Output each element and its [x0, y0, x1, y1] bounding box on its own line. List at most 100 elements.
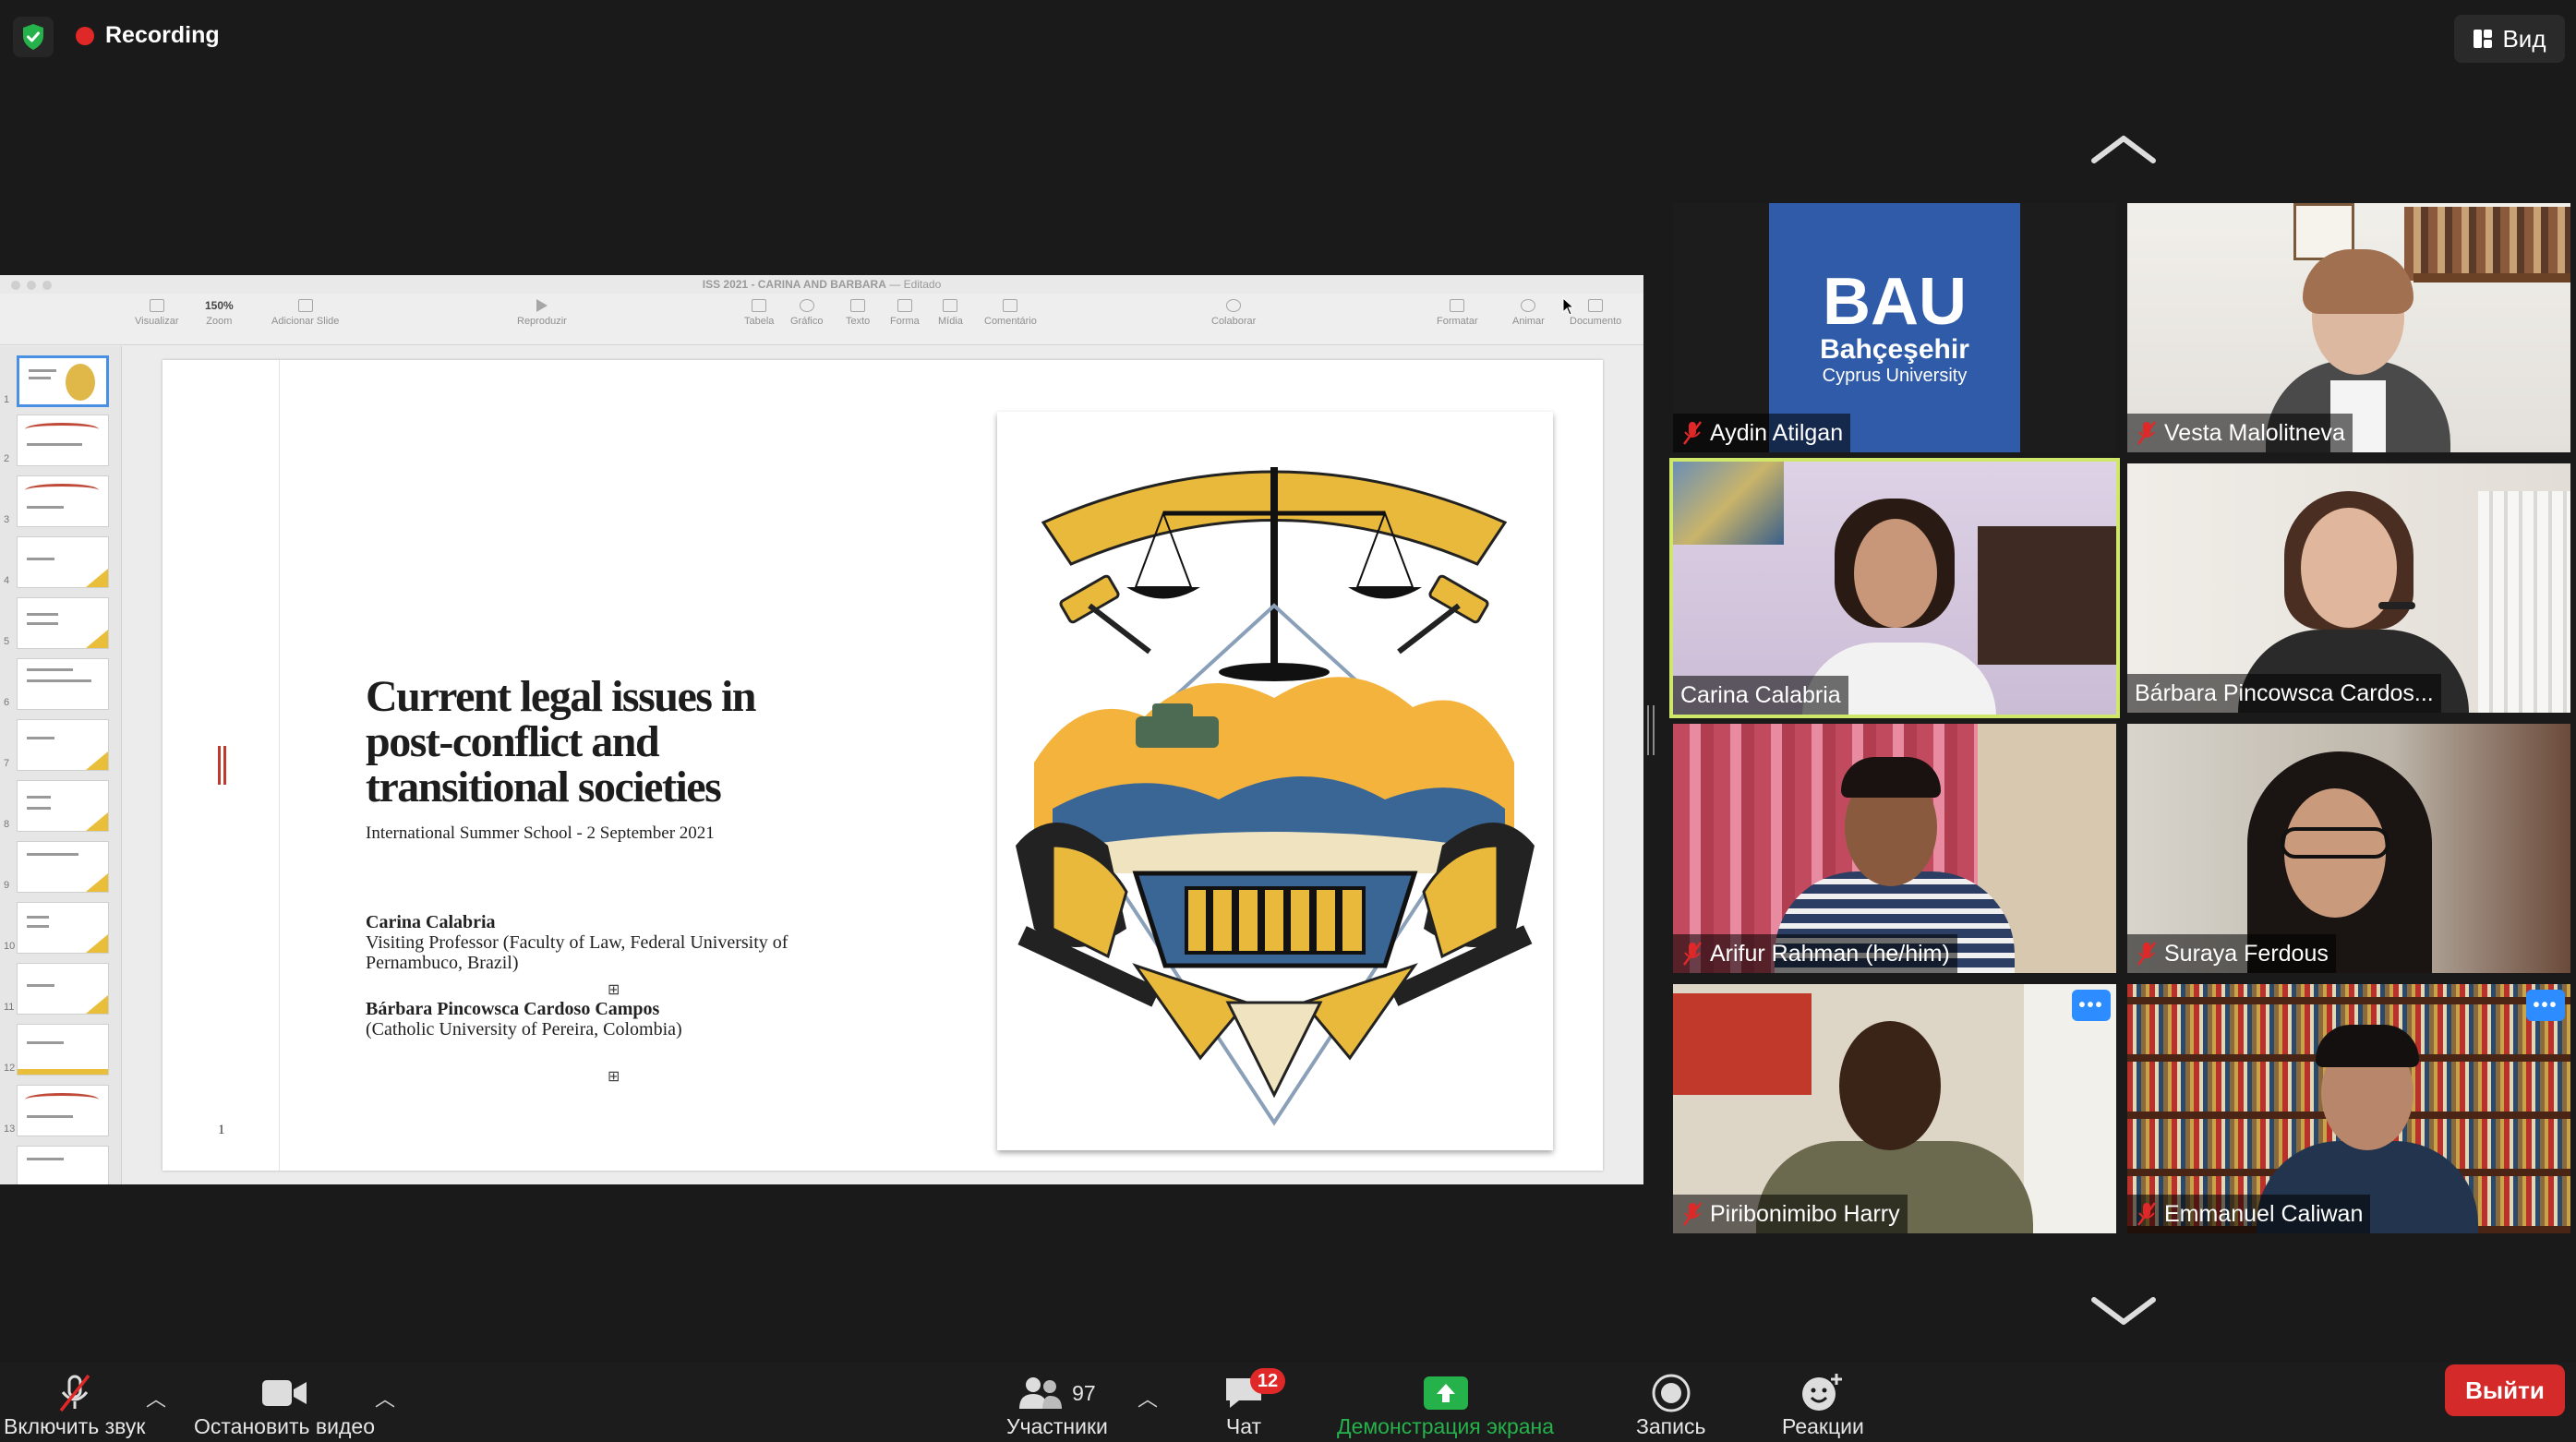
slide-thumb-2[interactable] — [17, 415, 109, 466]
chat-button[interactable]: 12 Чат — [1222, 1368, 1285, 1439]
participant-nameplate: Vesta Malolitneva — [2127, 414, 2353, 452]
record-button[interactable]: Запись — [1636, 1372, 1705, 1439]
keynote-titlebar: ISS 2021 - CARINA AND BARBARA — Editado — [0, 275, 1643, 294]
slide-thumb-8[interactable] — [17, 780, 109, 832]
chart-icon — [799, 299, 814, 312]
recording-label: Recording — [105, 22, 220, 48]
participant-tile[interactable]: Suraya Ferdous — [2127, 724, 2570, 973]
slide-thumb-10[interactable] — [17, 902, 109, 954]
slide-navigator: 1 2 3 4 5 6 7 8 9 10 11 12 13 — [0, 346, 122, 1184]
animate-icon — [1521, 299, 1536, 312]
participant-tile[interactable]: BAU Bahçeşehir Cyprus University Aydin A… — [1673, 203, 2116, 452]
view-button[interactable]: Вид — [2454, 15, 2565, 63]
author-1: Carina Calabria Visiting Professor (Facu… — [366, 912, 883, 973]
mic-muted-icon — [2137, 1202, 2156, 1226]
participants-button[interactable]: 97 Участники — [1006, 1372, 1108, 1439]
participant-tile[interactable]: Bárbara Pincowsca Cardos... — [2127, 463, 2570, 713]
author-2-name: Bárbara Pincowsca Cardoso Campos — [366, 999, 660, 1019]
leave-button[interactable]: Выйти — [2445, 1364, 2565, 1416]
mic-muted-icon — [2137, 942, 2156, 966]
toolbar-view[interactable]: Visualizar — [135, 299, 179, 327]
toolbar-media[interactable]: Mídia — [938, 299, 963, 327]
chevron-down-icon[interactable] — [2088, 1292, 2159, 1329]
gallery-resize-handle[interactable] — [1647, 705, 1655, 755]
toolbar-collaborate[interactable]: Colaborar — [1211, 299, 1256, 327]
slide-thumb-14[interactable] — [17, 1146, 109, 1184]
unmute-button[interactable]: Включить звук — [4, 1372, 145, 1439]
participant-tile-active-speaker[interactable]: Carina Calabria — [1669, 458, 2120, 718]
stop-video-button[interactable]: Остановить видео — [194, 1372, 375, 1439]
slide-thumb-1[interactable] — [17, 355, 109, 407]
participant-tile[interactable]: Arifur Rahman (he/him) — [1673, 724, 2116, 973]
chevron-up-icon[interactable] — [2088, 131, 2159, 168]
participant-nameplate: Arifur Rahman (he/him) — [1673, 934, 1957, 973]
participant-nameplate: Piribonimibo Harry — [1673, 1195, 1908, 1233]
share-screen-button[interactable]: Демонстрация экрана — [1337, 1372, 1554, 1439]
toolbar-table[interactable]: Tabela — [744, 299, 774, 327]
current-slide[interactable]: Current legal issues in post-conflict an… — [163, 360, 1603, 1171]
add-object-icon[interactable]: ⊞ — [608, 980, 620, 999]
brush-icon — [1450, 299, 1465, 312]
mic-muted-icon — [1683, 1202, 1702, 1226]
recording-indicator[interactable]: Recording — [76, 22, 220, 49]
slide-thumb-12[interactable] — [17, 1024, 109, 1075]
toolbar-text[interactable]: Texto — [846, 299, 870, 327]
slide-thumb-7[interactable] — [17, 719, 109, 771]
toolbar-play[interactable]: Reproduzir — [517, 299, 567, 327]
author-2-affiliation: (Catholic University of Pereira, Colombi… — [366, 1019, 682, 1039]
mic-muted-icon — [1683, 942, 1702, 966]
shield-check-icon[interactable] — [13, 17, 54, 57]
more-options-button[interactable]: ••• — [2526, 990, 2565, 1021]
slide-title: Current legal issues in post-conflict an… — [366, 672, 756, 811]
audio-options-caret-icon[interactable]: ︿ — [146, 1383, 166, 1412]
slide-accent-bar — [223, 746, 226, 785]
toolbar-shape[interactable]: Forma — [890, 299, 920, 327]
keynote-window-state: Editado — [903, 278, 942, 291]
author-1-name: Carina Calabria — [366, 912, 496, 932]
emoji-plus-icon — [1802, 1374, 1843, 1411]
top-bar: Recording Вид — [0, 0, 2576, 78]
media-icon — [943, 299, 958, 312]
participant-tile[interactable]: ••• Emmanuel Caliwan — [2127, 984, 2570, 1233]
toolbar-chart[interactable]: Gráfico — [790, 299, 823, 327]
toolbar-zoom[interactable]: 150% Zoom — [205, 299, 234, 327]
more-options-button[interactable]: ••• — [2072, 990, 2111, 1021]
slide-thumb-11[interactable] — [17, 963, 109, 1015]
participant-nameplate: Emmanuel Caliwan — [2127, 1195, 2371, 1233]
slide-thumb-6[interactable] — [17, 658, 109, 710]
comment-icon — [1003, 299, 1018, 312]
keynote-toolbar: Visualizar 150% Zoom Adicionar Slide Repr… — [0, 294, 1643, 345]
slide-thumb-9[interactable] — [17, 841, 109, 893]
slide-accent-bar — [218, 746, 221, 785]
add-object-icon[interactable]: ⊞ — [608, 1067, 620, 1086]
participant-nameplate: Carina Calabria — [1673, 676, 1848, 715]
toolbar-format[interactable]: Formatar — [1437, 299, 1478, 327]
toolbar-comment[interactable]: Comentário — [984, 299, 1037, 327]
toolbar-document[interactable]: Documento — [1570, 299, 1621, 327]
chat-unread-badge: 12 — [1250, 1368, 1285, 1394]
recording-dot-icon — [76, 26, 94, 45]
view-label: Вид — [2502, 24, 2546, 53]
slide-thumb-4[interactable] — [17, 536, 109, 588]
participant-tile[interactable]: Vesta Malolitneva — [2127, 203, 2570, 452]
participants-options-caret-icon[interactable]: ︿ — [1138, 1383, 1158, 1412]
slide-thumb-5[interactable] — [17, 597, 109, 649]
toolbar-animate[interactable]: Animar — [1512, 299, 1545, 327]
mic-muted-icon — [59, 1374, 90, 1412]
mouse-cursor-icon — [1562, 297, 1575, 316]
slide-thumb-3[interactable] — [17, 475, 109, 527]
toolbar-add-slide[interactable]: Adicionar Slide — [271, 299, 339, 327]
video-options-caret-icon[interactable]: ︿ — [375, 1383, 395, 1412]
document-icon — [1588, 299, 1604, 312]
table-icon — [752, 299, 767, 312]
author-2: Bárbara Pincowsca Cardoso Campos (Cathol… — [366, 999, 883, 1039]
reactions-button[interactable]: Реакции — [1782, 1372, 1864, 1439]
text-icon — [850, 299, 866, 312]
shared-screen[interactable]: ISS 2021 - CARINA AND BARBARA — Editado … — [0, 275, 1643, 1184]
headset-icon — [2378, 602, 2415, 609]
slide-thumb-13[interactable] — [17, 1085, 109, 1136]
keynote-window-title: ISS 2021 - CARINA AND BARBARA — [702, 278, 886, 291]
participant-nameplate: Bárbara Pincowsca Cardos... — [2127, 674, 2441, 713]
meeting-controls: Включить звук ︿ Остановить видео ︿ 97 Уч… — [0, 1363, 2576, 1442]
participant-tile[interactable]: ••• Piribonimibo Harry — [1673, 984, 2116, 1233]
